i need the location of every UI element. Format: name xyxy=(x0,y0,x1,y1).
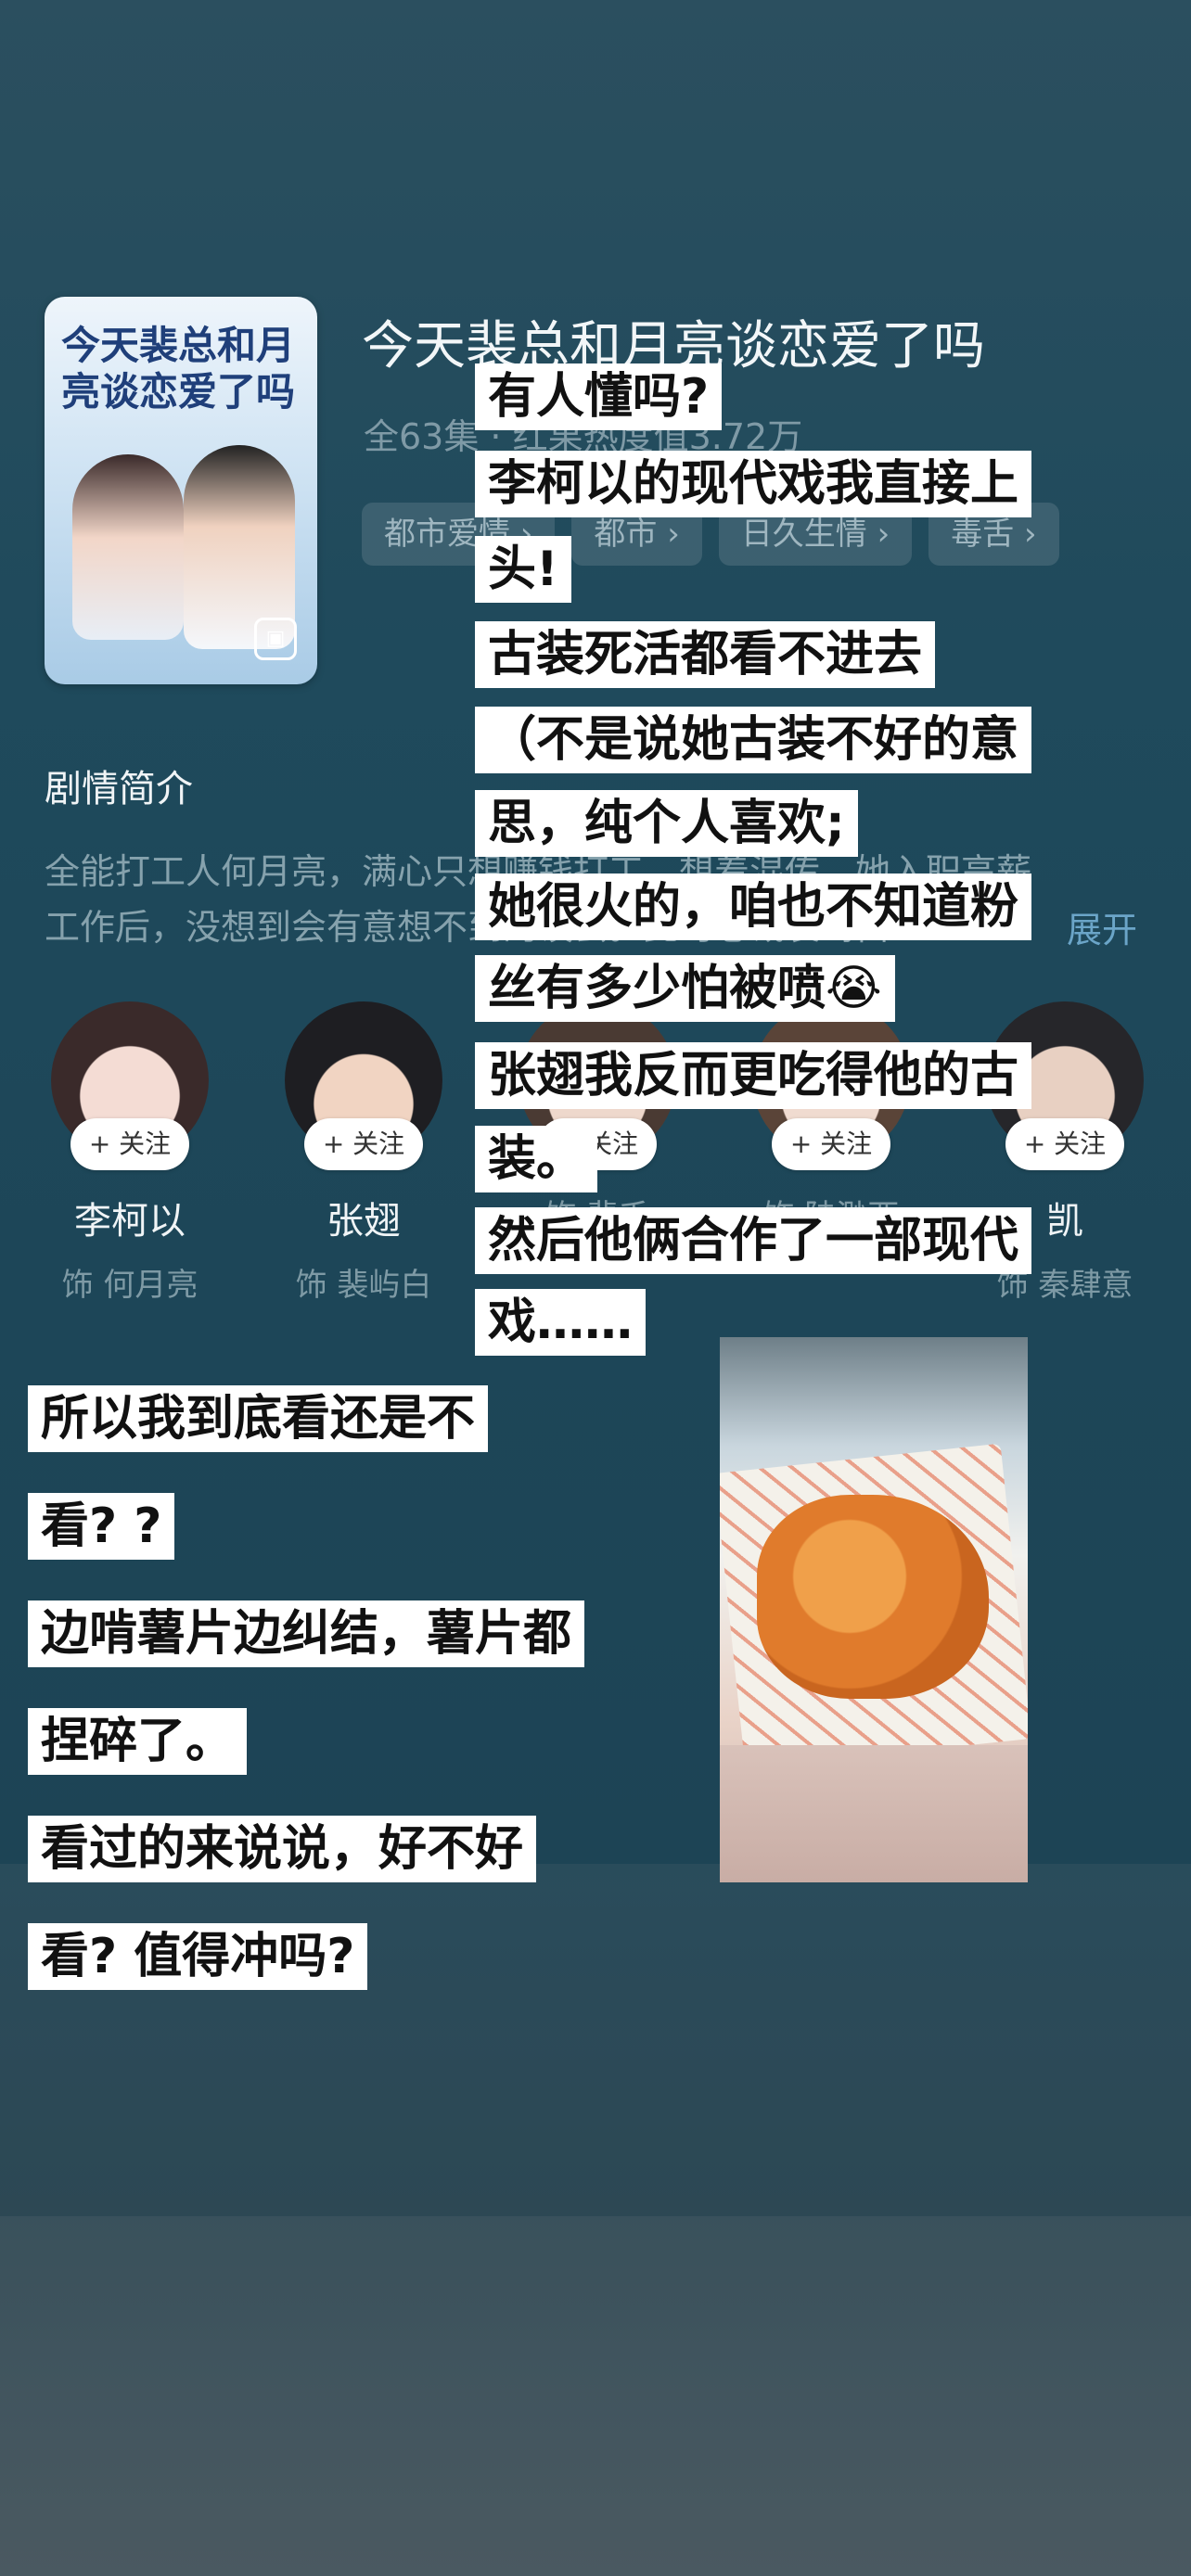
caption-line: 张翅我反而更吃得他的古 xyxy=(475,1042,1032,1109)
caption-line: 然后他俩合作了一部现代 xyxy=(475,1207,1032,1274)
cast-member[interactable]: + 关注 李柯以 饰 何月亮 xyxy=(37,1001,223,1305)
follow-button[interactable]: + 关注 xyxy=(1005,1118,1124,1170)
caption-line: 装。 xyxy=(475,1126,598,1192)
cast-member[interactable]: + 关注 饰 陆渺西 xyxy=(738,1001,924,1236)
caption-line: 捏碎了。 xyxy=(28,1708,248,1775)
synopsis-heading: 剧情简介 xyxy=(45,768,193,810)
poster-title: 今天裴总和月亮谈恋爱了吗 xyxy=(61,323,296,414)
caption-line: 李柯以的现代戏我直接上 xyxy=(475,451,1032,517)
cast-role: 饰 何月亮 xyxy=(61,1267,198,1304)
caption-line: 她很火的，咱也不知道粉 xyxy=(475,874,1032,940)
chips-image xyxy=(757,1495,989,1699)
caption-line: 看? ? xyxy=(28,1493,175,1560)
follow-button[interactable]: + 关注 xyxy=(70,1118,189,1170)
cast-name: 张翅 xyxy=(327,1200,401,1243)
follow-button[interactable]: + 关注 xyxy=(304,1118,423,1170)
caption-line: 看? 值得冲吗? xyxy=(28,1923,368,1990)
caption-line: 边啃薯片边纠结，薯片都 xyxy=(28,1600,585,1667)
cast-name: 李柯以 xyxy=(74,1200,186,1243)
caption-line: 思，纯个人喜欢; xyxy=(475,790,858,857)
caption-line: （不是说她古装不好的意 xyxy=(475,707,1032,773)
poster-figure-female xyxy=(72,454,184,640)
caption-line: 有人懂吗? xyxy=(475,363,723,430)
caption-line: 头! xyxy=(475,536,571,603)
caption-line: 戏…… xyxy=(475,1289,647,1356)
cast-member[interactable]: + 关注 饰 裴千 xyxy=(505,1001,690,1236)
chips-photo xyxy=(720,1337,1028,1882)
background-band-bottom xyxy=(0,2216,1191,2576)
background-band xyxy=(0,1864,1191,2216)
expand-link[interactable]: 展开 xyxy=(1067,901,1137,952)
caption-line: 丝有多少怕被喷😭 xyxy=(475,955,895,1022)
show-poster[interactable]: 今天裴总和月亮谈恋爱了吗 ▣ xyxy=(45,297,317,684)
caption-line: 所以我到底看还是不 xyxy=(28,1385,489,1452)
follow-button[interactable]: + 关注 xyxy=(772,1118,890,1170)
gallery-icon[interactable]: ▣ xyxy=(254,618,297,660)
cast-member[interactable]: + 关注 张翅 饰 裴屿白 xyxy=(271,1001,456,1305)
hand-image xyxy=(720,1745,1028,1882)
cast-role: 饰 裴屿白 xyxy=(295,1267,432,1304)
caption-line: 古装死活都看不进去 xyxy=(475,621,936,688)
caption-line: 看过的来说说，好不好 xyxy=(28,1816,537,1882)
